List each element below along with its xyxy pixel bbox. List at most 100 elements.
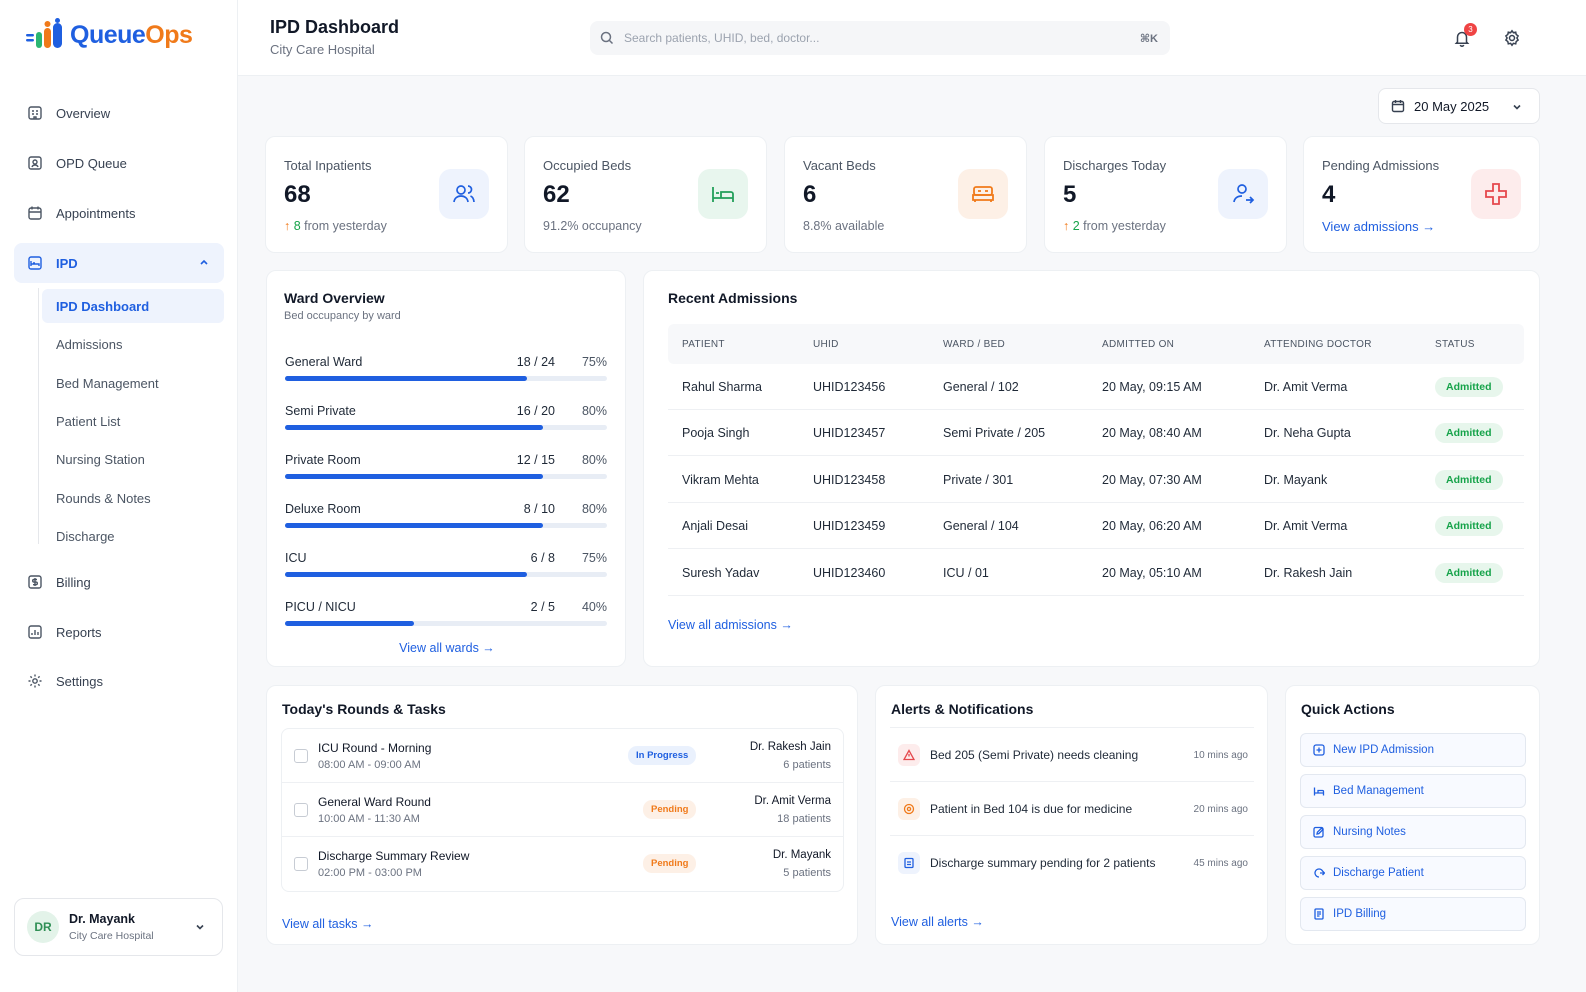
ward-name: Semi Private xyxy=(285,404,356,418)
ward-name: Private Room xyxy=(285,453,361,467)
users-icon xyxy=(439,169,489,219)
table-cell: 20 May, 08:40 AM xyxy=(1102,426,1202,441)
sidebar-sub-bed-management[interactable]: Bed Management xyxy=(42,366,224,400)
calendar-icon xyxy=(1391,99,1405,113)
table-cell: General / 104 xyxy=(943,519,1019,534)
table-cell: Anjali Desai xyxy=(682,519,749,534)
table-cell: Dr. Amit Verma xyxy=(1264,380,1348,394)
view-all-admissions-link[interactable]: View all admissions → xyxy=(668,618,793,632)
sidebar-sub-nursing-station[interactable]: Nursing Station xyxy=(42,442,224,476)
report-icon xyxy=(26,623,44,641)
table-cell: Dr. Neha Gupta xyxy=(1264,426,1351,441)
table-cell: Pooja Singh xyxy=(682,426,750,441)
quick-actions-card: Quick Actions New IPD Admission Bed Mana… xyxy=(1285,685,1540,945)
submenu-line xyxy=(38,288,39,544)
ward-row: Private Room 12 / 15 80% xyxy=(285,453,607,493)
new-ipd-admission-button[interactable]: New IPD Admission xyxy=(1300,733,1526,767)
sidebar-item-billing[interactable]: Billing xyxy=(14,562,224,602)
logo-text: QueueOps xyxy=(70,20,193,49)
occupancy-fill xyxy=(285,376,527,381)
table-row[interactable]: Rahul Sharma UHID123456 General / 102 20 Ma… xyxy=(668,364,1524,410)
list-item[interactable]: Patient in Bed 104 is due for medicine 2… xyxy=(890,782,1254,836)
shortcut-hint: ⌘K xyxy=(1139,32,1158,45)
status-cell: Admitted xyxy=(1435,550,1503,596)
ward-name: ICU xyxy=(285,551,307,565)
table-row[interactable]: Pooja Singh UHID123457 Semi Private / 205 2… xyxy=(668,410,1524,457)
task-checkbox[interactable] xyxy=(294,857,308,871)
logo[interactable]: QueueOps xyxy=(26,18,193,52)
section-title: Recent Admissions xyxy=(668,290,798,306)
list-item[interactable]: Discharge summary pending for 2 patients… xyxy=(890,836,1254,890)
table-row[interactable]: Anjali Desai UHID123459 General / 104 20 Ma… xyxy=(668,503,1524,550)
task-checkbox[interactable] xyxy=(294,749,308,763)
stat-value: 68 xyxy=(284,181,311,208)
ward-count: 8 / 10 xyxy=(523,502,555,516)
table-cell: UHID123459 xyxy=(813,519,886,534)
occupancy-bar xyxy=(285,572,607,577)
sidebar-item-opd-queue[interactable]: OPD Queue xyxy=(14,143,224,183)
nursing-notes-button[interactable]: Nursing Notes xyxy=(1300,815,1526,849)
sidebar-item-label: Appointments xyxy=(56,205,136,221)
sidebar-item-ipd[interactable]: IPD xyxy=(14,243,224,283)
stat-footer: ↑ 8 from yesterday xyxy=(284,219,387,233)
chevron-down-icon[interactable] xyxy=(194,921,206,933)
list-item[interactable]: Bed 205 (Semi Private) needs cleaning 10… xyxy=(890,728,1254,782)
stat-footer: 8.8% available xyxy=(803,219,885,233)
task-checkbox[interactable] xyxy=(294,803,308,817)
table-cell: Rahul Sharma xyxy=(682,380,762,394)
rounds-tasks-card: Today's Rounds & Tasks ICU Round - Morni… xyxy=(266,685,858,945)
sidebar-item-label: Settings xyxy=(56,673,103,689)
sidebar-item-settings[interactable]: Settings xyxy=(14,661,224,701)
view-admissions-link[interactable]: View admissions → xyxy=(1322,219,1435,234)
plus-square-icon xyxy=(1313,744,1325,756)
search-input[interactable]: Search patients, UHID, bed, doctor... ⌘K xyxy=(590,21,1170,55)
notifications-button[interactable]: 3 xyxy=(1450,23,1477,50)
sidebar-sub-rounds-notes[interactable]: Rounds & Notes xyxy=(42,481,224,515)
section-title: Today's Rounds & Tasks xyxy=(282,701,446,717)
table-row[interactable]: Suresh Yadav UHID123460 ICU / 01 20 May, 05… xyxy=(668,550,1524,596)
stat-value: 5 xyxy=(1063,181,1077,208)
task-list: ICU Round - Morning 08:00 AM - 09:00 AM … xyxy=(281,728,844,892)
queue-icon xyxy=(26,154,44,172)
bed-management-button[interactable]: Bed Management xyxy=(1300,774,1526,808)
sidebar-sub-patient-list[interactable]: Patient List xyxy=(42,404,224,438)
sidebar-sub-ipd-dashboard[interactable]: IPD Dashboard xyxy=(42,289,224,323)
status-badge: Admitted xyxy=(1435,516,1503,537)
stat-footer: 91.2% occupancy xyxy=(543,219,642,233)
settings-button[interactable] xyxy=(1500,26,1524,50)
ward-overview-card: Ward Overview Bed occupancy by ward Gene… xyxy=(266,270,626,667)
view-all-wards-link[interactable]: View all wards → xyxy=(267,641,627,655)
occupancy-bar xyxy=(285,425,607,430)
list-item: General Ward Round 10:00 AM - 11:30 AM P… xyxy=(282,783,843,837)
chevron-down-icon xyxy=(1511,101,1523,113)
date-picker[interactable]: 20 May 2025 xyxy=(1378,88,1540,124)
sidebar-sub-admissions[interactable]: Admissions xyxy=(42,327,224,361)
sidebar-item-reports[interactable]: Reports xyxy=(14,612,224,652)
ward-percent: 80% xyxy=(581,453,607,467)
sidebar-item-appointments[interactable]: Appointments xyxy=(14,193,224,233)
avatar: DR xyxy=(27,911,59,943)
view-all-tasks-link[interactable]: View all tasks → xyxy=(282,917,373,931)
table-cell: Private / 301 xyxy=(943,472,1014,487)
sidebar: QueueOps Overview OPD Queue Appointments… xyxy=(0,0,238,992)
table-cell: UHID123460 xyxy=(813,565,886,580)
view-all-alerts-link[interactable]: View all alerts → xyxy=(891,915,984,929)
table-row[interactable]: Vikram Mehta UHID123458 Private / 301 20 Ma… xyxy=(668,457,1524,503)
status-badge: Pending xyxy=(643,800,697,819)
table-cell: UHID123457 xyxy=(813,426,886,441)
ward-count: 2 / 5 xyxy=(530,600,555,614)
edit-icon xyxy=(1313,826,1325,838)
user-profile[interactable]: DR Dr. Mayank City Care Hospital xyxy=(14,898,223,956)
stat-value: 62 xyxy=(543,181,570,208)
ipd-billing-button[interactable]: IPD Billing xyxy=(1300,897,1526,931)
gear-icon xyxy=(26,672,44,690)
ward-row: ICU 6 / 8 75% xyxy=(285,551,607,591)
bed-icon xyxy=(1313,785,1325,797)
chevron-up-icon[interactable] xyxy=(198,256,210,268)
sidebar-sub-discharge[interactable]: Discharge xyxy=(42,519,224,553)
discharge-patient-button[interactable]: Discharge Patient xyxy=(1300,856,1526,890)
user-name: Dr. Mayank xyxy=(69,912,136,926)
alerts-card: Alerts & Notifications Bed 205 (Semi Pri… xyxy=(875,685,1268,945)
medical-cross-icon xyxy=(1471,169,1521,219)
sidebar-item-overview[interactable]: Overview xyxy=(14,93,224,133)
